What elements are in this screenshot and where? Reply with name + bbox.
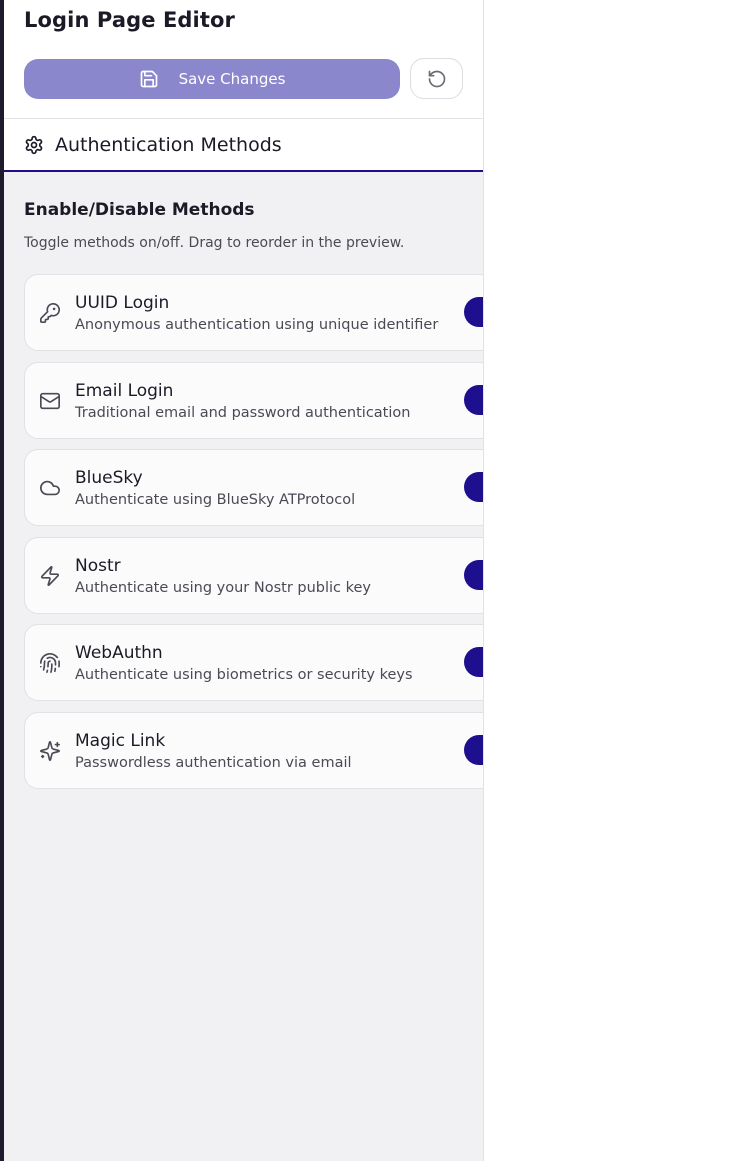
save-icon (139, 69, 159, 89)
gear-icon (24, 135, 44, 155)
method-card-nostr[interactable]: Nostr Authenticate using your Nostr publ… (24, 536, 483, 614)
method-name: Email Login (75, 380, 174, 401)
editor-panel: Login Page Editor Save Changes Authentic… (4, 0, 484, 1161)
key-icon (39, 302, 61, 324)
fingerprint-icon (39, 652, 61, 674)
method-description: Authenticate using your Nostr public key (75, 579, 372, 596)
page-title: Login Page Editor (24, 8, 235, 32)
method-toggle[interactable] (464, 559, 483, 590)
method-card-uuid[interactable]: UUID Login Anonymous authentication usin… (24, 274, 483, 351)
save-changes-button[interactable]: Save Changes (24, 59, 400, 99)
reset-button[interactable] (410, 58, 463, 99)
rotate-ccw-icon (427, 69, 447, 89)
method-toggle[interactable] (464, 472, 483, 502)
method-description: Traditional email and password authentic… (75, 404, 411, 421)
method-toggle[interactable] (464, 734, 483, 765)
tab-authentication-methods[interactable]: Authentication Methods (4, 119, 483, 172)
zap-icon (39, 565, 61, 587)
method-toggle[interactable] (464, 647, 483, 677)
method-description: Anonymous authentication using unique id… (75, 317, 439, 333)
method-toggle[interactable] (464, 297, 483, 327)
method-name: BlueSky (75, 468, 143, 488)
method-name: Nostr (75, 555, 121, 576)
sparkles-icon (39, 740, 61, 762)
method-card-magic-link[interactable]: Magic Link Passwordless authentication v… (24, 711, 483, 789)
save-button-label: Save Changes (178, 70, 286, 88)
method-name: UUID Login (75, 293, 170, 313)
mail-icon (39, 390, 61, 412)
cloud-icon (39, 477, 61, 499)
section-title: Enable/Disable Methods (24, 200, 255, 220)
editor-header: Login Page Editor Save Changes (4, 0, 483, 119)
tab-label: Authentication Methods (55, 133, 282, 156)
method-name: Magic Link (75, 730, 166, 751)
method-description: Passwordless authentication via email (75, 754, 352, 771)
section-description: Toggle methods on/off. Drag to reorder i… (24, 235, 405, 251)
method-name: WebAuthn (75, 643, 163, 663)
method-toggle[interactable] (464, 384, 483, 415)
method-description: Authenticate using biometrics or securit… (75, 667, 413, 683)
method-list: UUID Login Anonymous authentication usin… (24, 274, 483, 799)
method-card-bluesky[interactable]: BlueSky Authenticate using BlueSky ATPro… (24, 449, 483, 526)
preview-area (485, 0, 744, 1161)
method-card-email[interactable]: Email Login Traditional email and passwo… (24, 361, 483, 439)
method-card-webauthn[interactable]: WebAuthn Authenticate using biometrics o… (24, 624, 483, 701)
method-description: Authenticate using BlueSky ATProtocol (75, 492, 356, 508)
